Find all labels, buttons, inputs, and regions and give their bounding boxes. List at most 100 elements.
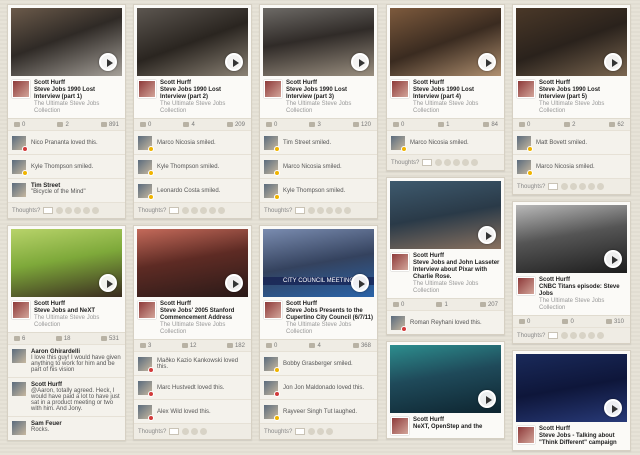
play-icon[interactable] (604, 53, 622, 71)
collection-name[interactable]: The Ultimate Steve Jobs Collection (286, 322, 373, 336)
reaction-icon[interactable] (57, 122, 64, 127)
smile-icon[interactable] (444, 159, 452, 166)
video-title[interactable]: Steve Jobs 1990 Lost Interview (part 5) (539, 87, 626, 101)
love-icon[interactable] (182, 428, 190, 435)
love-icon[interactable] (435, 159, 443, 166)
author-name[interactable]: Scott Hurff (34, 301, 121, 308)
comment-icon[interactable] (393, 302, 399, 307)
video-title[interactable]: Steve Jobs' 2005 Stanford Commencement A… (160, 308, 247, 322)
avatar[interactable] (138, 183, 154, 200)
video-title[interactable]: CNBC Titans episode: Steve Jobs (539, 284, 626, 298)
video-card[interactable]: Scott Hurff Steve Jobs 1990 Lost Intervie… (386, 4, 505, 171)
avatar[interactable] (391, 253, 409, 271)
video-thumbnail[interactable] (137, 8, 248, 76)
laugh-icon[interactable] (74, 207, 82, 214)
thoughts-label[interactable]: Thoughts? (264, 429, 292, 435)
comment-icon[interactable] (14, 336, 20, 341)
author-name[interactable]: Scott Hurff (413, 80, 500, 87)
comment-box-icon[interactable] (43, 207, 54, 214)
avatar[interactable] (264, 301, 282, 319)
thoughts-label[interactable]: Thoughts? (391, 160, 419, 166)
comment-icon[interactable] (14, 122, 20, 127)
laugh-icon[interactable] (453, 159, 461, 166)
video-card[interactable]: Scott Hurff Steve Jobs 1990 Lost Intervie… (259, 4, 378, 219)
collection-name[interactable]: The Ultimate Steve Jobs Collection (413, 281, 500, 295)
avatar[interactable] (264, 380, 280, 397)
wow-icon[interactable] (344, 207, 352, 214)
avatar[interactable] (138, 380, 154, 397)
love-icon[interactable] (182, 207, 190, 214)
avatar[interactable] (264, 135, 280, 152)
avatar[interactable] (12, 135, 28, 152)
video-card[interactable]: Scott Hurff Steve Jobs and John Lasseter … (386, 177, 505, 335)
play-icon[interactable] (351, 53, 369, 71)
comment-box-icon[interactable] (548, 183, 559, 190)
wow-icon[interactable] (471, 159, 479, 166)
author-name[interactable]: Scott Hurff (539, 80, 626, 87)
avatar[interactable] (12, 183, 26, 197)
reaction-icon[interactable] (181, 343, 188, 348)
play-icon[interactable] (99, 274, 117, 292)
video-thumbnail[interactable] (390, 8, 501, 76)
collection-name[interactable]: The Ultimate Steve Jobs Collection (160, 101, 247, 115)
avatar[interactable] (517, 159, 533, 176)
wow-icon[interactable] (92, 207, 100, 214)
collection-name[interactable]: The Ultimate Steve Jobs Collection (34, 315, 121, 329)
reaction-icon[interactable] (309, 122, 316, 127)
wow-icon[interactable] (218, 207, 226, 214)
comment-icon[interactable] (393, 122, 399, 127)
video-card[interactable]: Scott Hurff Steve Jobs 1990 Lost Intervie… (7, 4, 126, 219)
video-title[interactable]: Steve Jobs and John Lasseter Interview a… (413, 260, 500, 281)
play-icon[interactable] (478, 53, 496, 71)
author-name[interactable]: Scott Hurff (160, 80, 247, 87)
smile-icon[interactable] (191, 207, 199, 214)
video-title[interactable]: Steve Jobs Presents to the Cupertino Cit… (286, 308, 373, 322)
wow-icon[interactable] (597, 332, 605, 339)
author-name[interactable]: Scott Hurff (413, 253, 500, 260)
video-thumbnail[interactable] (263, 8, 374, 76)
reaction-icon[interactable] (309, 343, 316, 348)
video-title[interactable]: Steve Jobs - Talking about "Think Differ… (539, 433, 626, 447)
collection-name[interactable]: The Ultimate Steve Jobs Collection (539, 298, 626, 312)
reaction-icon[interactable] (436, 302, 443, 307)
avatar[interactable] (264, 183, 280, 200)
comment-box-icon[interactable] (295, 428, 306, 435)
comment-box-icon[interactable] (169, 207, 180, 214)
collection-name[interactable]: The Ultimate Steve Jobs Collection (34, 101, 121, 115)
smile-icon[interactable] (191, 428, 199, 435)
reaction-icon[interactable] (438, 122, 445, 127)
video-card[interactable]: Scott Hurff Steve Jobs and NeXT The Ultima… (7, 225, 126, 441)
sad-icon[interactable] (335, 207, 343, 214)
laugh-icon[interactable] (200, 428, 208, 435)
collection-name[interactable]: The Ultimate Steve Jobs Collection (413, 101, 500, 115)
avatar[interactable] (517, 277, 535, 295)
collection-name[interactable]: The Ultimate Steve Jobs Collection (286, 101, 373, 115)
smile-icon[interactable] (570, 183, 578, 190)
video-title[interactable]: Steve Jobs and NeXT (34, 308, 121, 315)
author-name[interactable]: Scott Hurff (413, 417, 482, 424)
smile-icon[interactable] (65, 207, 73, 214)
video-thumbnail[interactable] (11, 229, 122, 297)
play-icon[interactable] (604, 399, 622, 417)
play-icon[interactable] (225, 274, 243, 292)
love-icon[interactable] (308, 428, 316, 435)
smile-icon[interactable] (317, 207, 325, 214)
thoughts-label[interactable]: Thoughts? (517, 333, 545, 339)
sad-icon[interactable] (83, 207, 91, 214)
video-thumbnail[interactable]: CITY COUNCIL MEETING (263, 229, 374, 297)
video-card[interactable]: Scott Hurff Steve Jobs 1990 Lost Intervie… (133, 4, 252, 219)
love-icon[interactable] (561, 183, 569, 190)
play-icon[interactable] (225, 53, 243, 71)
thoughts-label[interactable]: Thoughts? (517, 184, 545, 190)
avatar[interactable] (391, 315, 407, 332)
video-title[interactable]: Steve Jobs 1990 Lost Interview (part 1) (34, 87, 121, 101)
wow-icon[interactable] (597, 183, 605, 190)
laugh-icon[interactable] (326, 428, 334, 435)
avatar[interactable] (264, 80, 282, 98)
comment-box-icon[interactable] (295, 207, 306, 214)
video-title[interactable]: Steve Jobs 1990 Lost Interview (part 2) (160, 87, 247, 101)
sad-icon[interactable] (588, 332, 596, 339)
video-card[interactable]: Scott Hurff Steve Jobs 1990 Lost Intervie… (512, 4, 631, 195)
love-icon[interactable] (308, 207, 316, 214)
play-icon[interactable] (604, 250, 622, 268)
